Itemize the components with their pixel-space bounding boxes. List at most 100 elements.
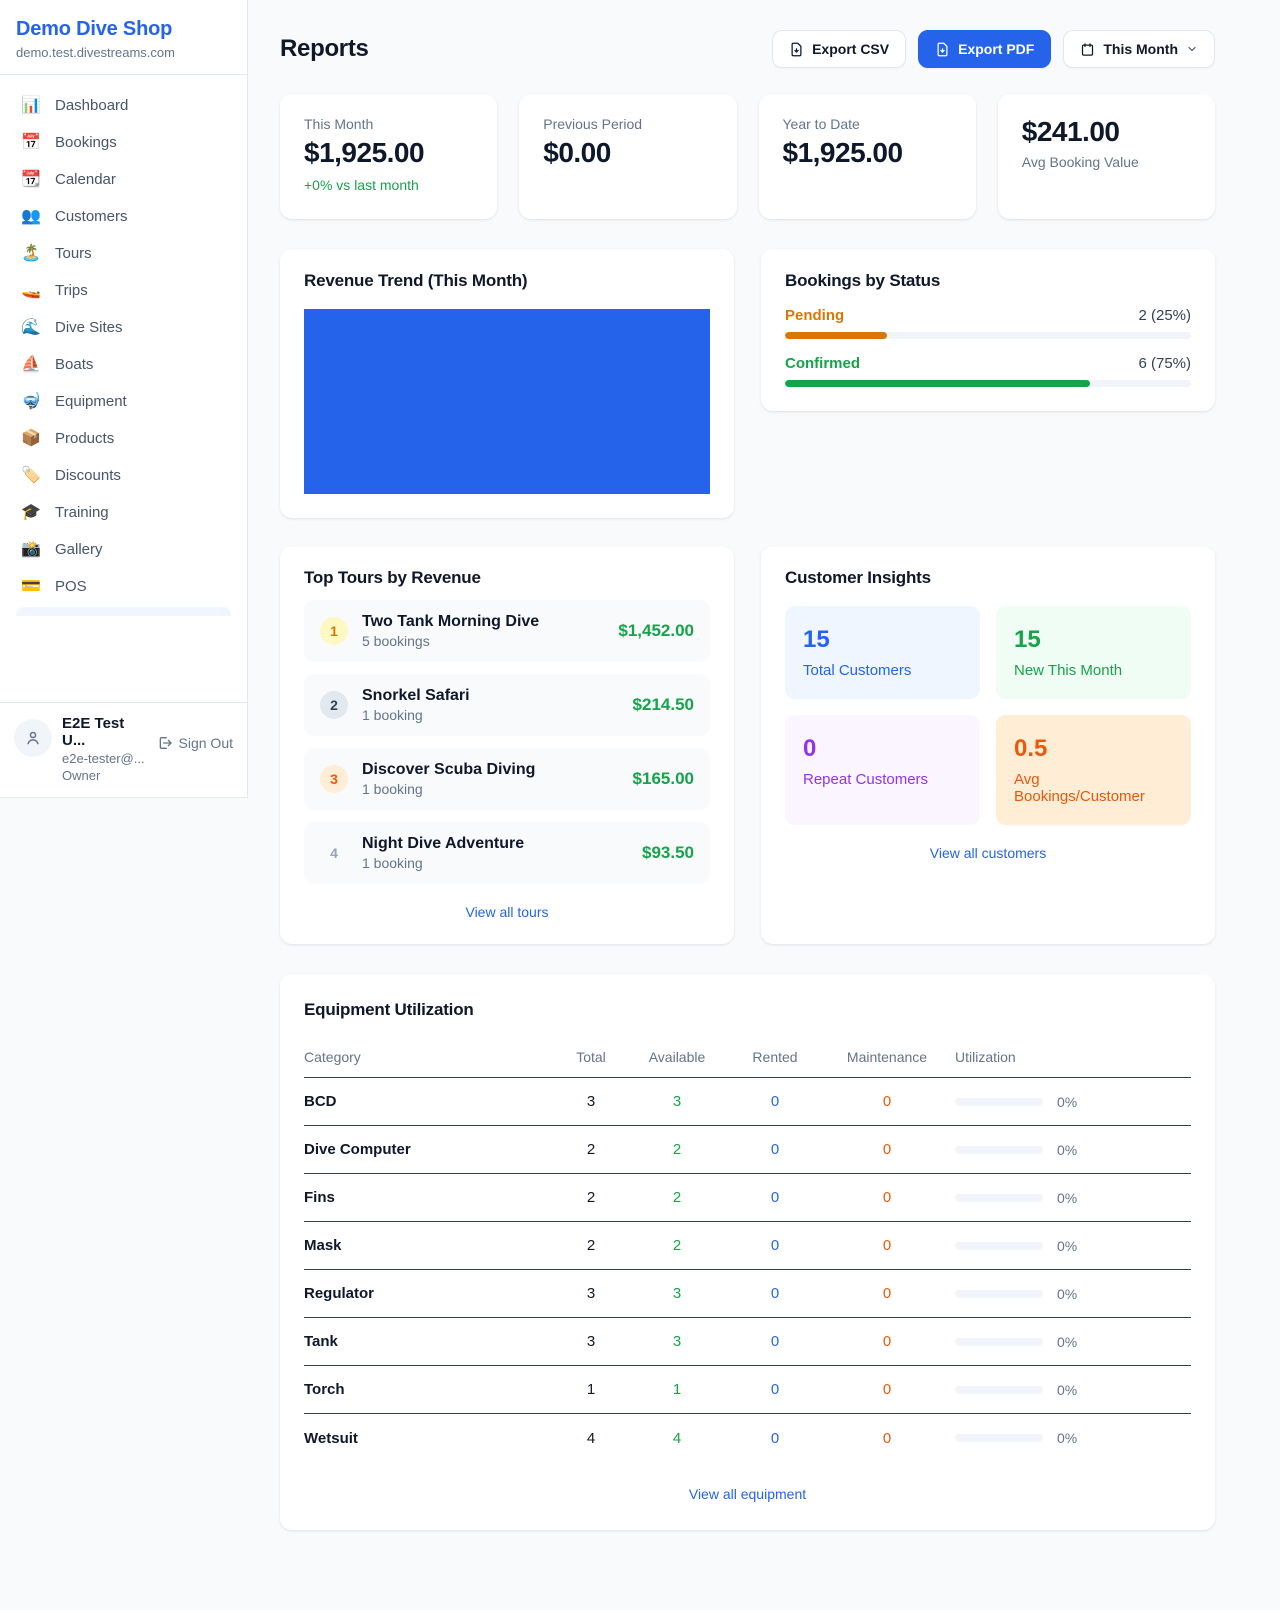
sidebar-item-bookings[interactable]: 📅 Bookings <box>8 124 239 161</box>
utilization-percent: 0% <box>1057 1382 1077 1398</box>
customer-insights-title: Customer Insights <box>785 568 1191 588</box>
equipment-utilization-cell: 0% <box>951 1238 1191 1254</box>
sidebar-item-calendar[interactable]: 📆 Calendar <box>8 161 239 198</box>
tour-revenue: $165.00 <box>633 769 694 789</box>
tag-icon: 🏷️ <box>20 468 42 484</box>
nav-item-selected-partial[interactable] <box>16 607 231 616</box>
equipment-rented: 0 <box>727 1333 823 1350</box>
camera-icon: 📸 <box>20 542 42 558</box>
stat-label: This Month <box>304 116 473 132</box>
tile-value: 0.5 <box>1014 735 1173 763</box>
island-icon: 🏝️ <box>20 246 42 262</box>
package-icon: 📦 <box>20 431 42 447</box>
equipment-rented: 0 <box>727 1189 823 1206</box>
rank-badge: 2 <box>320 691 348 719</box>
tour-name: Snorkel Safari <box>362 687 619 705</box>
view-all-tours-link[interactable]: View all tours <box>304 904 710 920</box>
tile-value: 15 <box>803 626 962 654</box>
diving-mask-icon: 🤿 <box>20 394 42 410</box>
tour-row[interactable]: 2 Snorkel Safari 1 booking $214.50 <box>304 674 710 736</box>
sidebar-item-label: Equipment <box>55 393 127 410</box>
utilization-percent: 0% <box>1057 1334 1077 1350</box>
page-title: Reports <box>280 35 369 63</box>
equipment-utilization-cell: 0% <box>951 1190 1191 1206</box>
rank-badge: 1 <box>320 617 348 645</box>
status-label-pending: Pending <box>785 307 844 324</box>
equipment-available: 3 <box>627 1285 727 1302</box>
avatar <box>14 719 52 757</box>
sidebar-item-gallery[interactable]: 📸 Gallery <box>8 531 239 568</box>
table-row: Regulator 3 3 0 0 0% <box>304 1270 1191 1318</box>
equipment-category: Wetsuit <box>304 1430 555 1447</box>
tile-repeat-customers: 0 Repeat Customers <box>785 715 980 825</box>
sidebar-item-trips[interactable]: 🚤 Trips <box>8 272 239 309</box>
tour-revenue: $214.50 <box>633 695 694 715</box>
shop-name: Demo Dive Shop <box>16 18 231 41</box>
sign-out-label: Sign Out <box>179 735 233 751</box>
stat-label: Avg Booking Value <box>1022 154 1191 170</box>
header-actions: Export CSV Export PDF <box>772 30 1215 68</box>
sidebar-item-pos[interactable]: 💳 POS <box>8 568 239 605</box>
export-csv-button[interactable]: Export CSV <box>772 30 906 68</box>
export-pdf-button[interactable]: Export PDF <box>918 30 1051 68</box>
tour-row[interactable]: 4 Night Dive Adventure 1 booking $93.50 <box>304 822 710 884</box>
equipment-available: 1 <box>627 1381 727 1398</box>
period-label: This Month <box>1103 41 1178 57</box>
equipment-maintenance: 0 <box>823 1141 951 1158</box>
utilization-bar <box>955 1194 1043 1202</box>
equipment-available: 3 <box>627 1333 727 1350</box>
tile-avg-bookings-customer: 0.5 Avg Bookings/Customer <box>996 715 1191 825</box>
equipment-maintenance: 0 <box>823 1285 951 1302</box>
graduation-cap-icon: 🎓 <box>20 505 42 521</box>
sidebar-item-tours[interactable]: 🏝️ Tours <box>8 235 239 272</box>
sidebar-item-training[interactable]: 🎓 Training <box>8 494 239 531</box>
equipment-category: BCD <box>304 1093 555 1110</box>
sidebar-item-dive-sites[interactable]: 🌊 Dive Sites <box>8 309 239 346</box>
utilization-percent: 0% <box>1057 1286 1077 1302</box>
sidebar-item-boats[interactable]: ⛵ Boats <box>8 346 239 383</box>
sidebar-item-label: Products <box>55 430 114 447</box>
sidebar-item-label: Bookings <box>55 134 117 151</box>
stat-delta: +0% vs last month <box>304 177 473 193</box>
equipment-utilization-cell: 0% <box>951 1142 1191 1158</box>
sign-out-button[interactable]: Sign Out <box>157 735 233 751</box>
tour-name: Night Dive Adventure <box>362 835 628 853</box>
status-label-confirmed: Confirmed <box>785 355 860 372</box>
table-row: Fins 2 2 0 0 0% <box>304 1174 1191 1222</box>
col-header-available: Available <box>627 1049 727 1065</box>
sidebar-header: Demo Dive Shop demo.test.divestreams.com <box>0 0 247 75</box>
equipment-total: 4 <box>555 1430 627 1447</box>
equipment-category: Fins <box>304 1189 555 1206</box>
tour-row[interactable]: 3 Discover Scuba Diving 1 booking $165.0… <box>304 748 710 810</box>
col-header-maintenance: Maintenance <box>823 1049 951 1065</box>
equipment-available: 3 <box>627 1093 727 1110</box>
sailboat-icon: ⛵ <box>20 357 42 373</box>
view-all-customers-link[interactable]: View all customers <box>785 845 1191 861</box>
tile-value: 0 <box>803 735 962 763</box>
sidebar-item-customers[interactable]: 👥 Customers <box>8 198 239 235</box>
rank-badge: 3 <box>320 765 348 793</box>
utilization-percent: 0% <box>1057 1190 1077 1206</box>
sidebar-item-dashboard[interactable]: 📊 Dashboard <box>8 87 239 124</box>
user-name: E2E Test U... <box>62 715 147 749</box>
equipment-utilization-card: Equipment Utilization Category Total Ava… <box>280 974 1215 1530</box>
file-download-icon <box>935 42 950 57</box>
export-pdf-label: Export PDF <box>958 41 1034 57</box>
sidebar-item-equipment[interactable]: 🤿 Equipment <box>8 383 239 420</box>
sidebar-item-label: Calendar <box>55 171 116 188</box>
tour-row[interactable]: 1 Two Tank Morning Dive 5 bookings $1,45… <box>304 600 710 662</box>
tile-new-this-month: 15 New This Month <box>996 606 1191 699</box>
equipment-total: 2 <box>555 1141 627 1158</box>
equipment-maintenance: 0 <box>823 1237 951 1254</box>
sidebar-item-discounts[interactable]: 🏷️ Discounts <box>8 457 239 494</box>
page-header: Reports Export CSV Export <box>280 30 1215 68</box>
view-all-equipment-link[interactable]: View all equipment <box>304 1486 1191 1502</box>
sidebar-item-label: Dive Sites <box>55 319 123 336</box>
sidebar-item-label: Customers <box>55 208 128 225</box>
sidebar-item-products[interactable]: 📦 Products <box>8 420 239 457</box>
sidebar-item-label: Gallery <box>55 541 103 558</box>
equipment-rented: 0 <box>727 1141 823 1158</box>
shop-domain: demo.test.divestreams.com <box>16 45 231 60</box>
period-select[interactable]: This Month <box>1063 30 1215 68</box>
equipment-utilization-cell: 0% <box>951 1334 1191 1350</box>
